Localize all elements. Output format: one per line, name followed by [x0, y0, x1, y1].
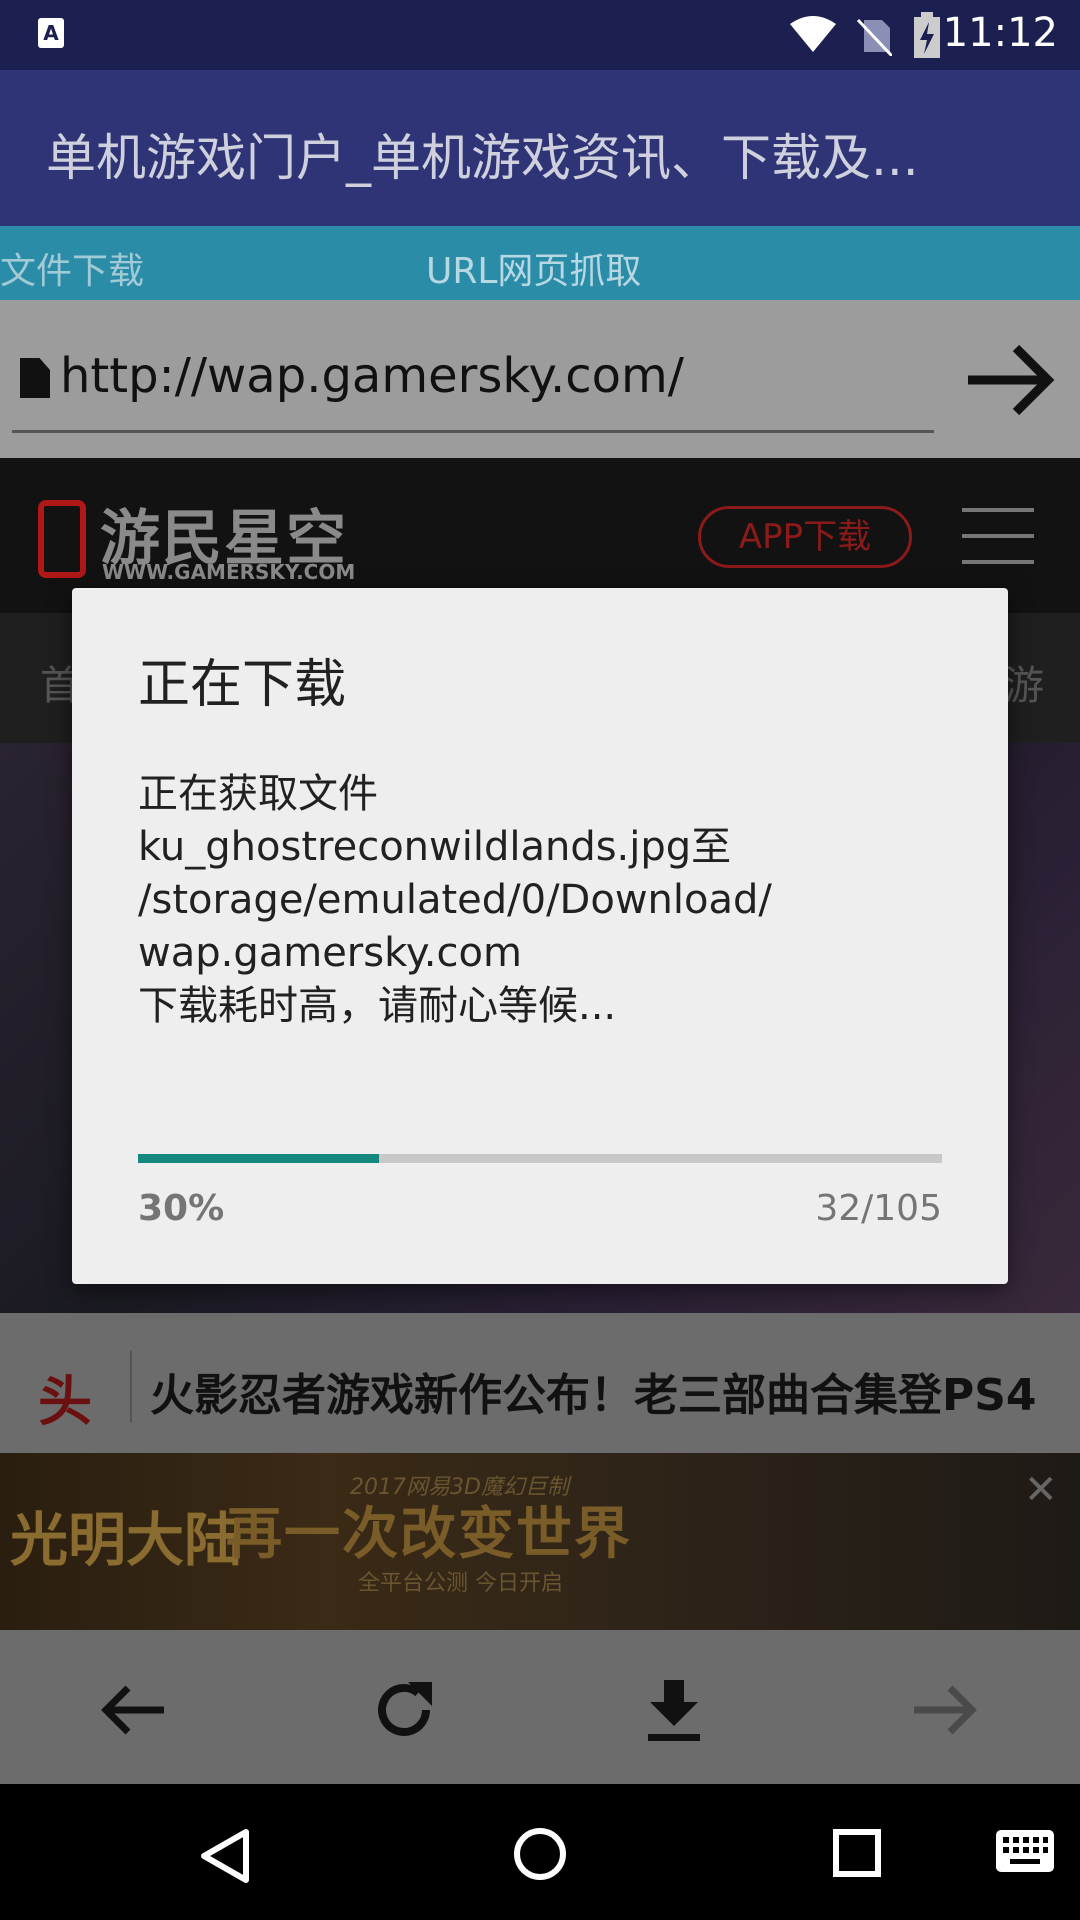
download-dialog: 正在下载 正在获取文件 ku_ghostreconwildlands.jpg至 …	[72, 588, 1008, 1284]
file-icon	[20, 358, 50, 398]
ad-banner[interactable]: 光明大陆 2017网易3D魔幻巨制 再一次改变世界 全平台公测 今日开启 ✕	[0, 1453, 1080, 1630]
app-download-button[interactable]: APP下载	[698, 506, 912, 568]
close-icon[interactable]: ✕	[1024, 1467, 1058, 1513]
refresh-icon[interactable]	[368, 1674, 440, 1746]
menu-icon[interactable]	[962, 508, 1034, 566]
download-icon[interactable]	[638, 1674, 710, 1746]
browser-toolbar	[0, 1630, 1080, 1784]
site-nav-item-last[interactable]: 游	[1004, 653, 1044, 711]
back-arrow-icon[interactable]	[98, 1674, 170, 1746]
page-title: 单机游戏门户_单机游戏资讯、下载及...	[46, 129, 919, 187]
ad-slogan: 再一次改变世界	[226, 1501, 632, 1567]
notification-app-icon: A	[38, 18, 64, 48]
clock: 11:12	[942, 10, 1058, 56]
dialog-message: 正在获取文件 ku_ghostreconwildlands.jpg至 /stor…	[138, 771, 772, 1029]
keyboard-icon[interactable]	[996, 1830, 1054, 1872]
wifi-icon	[790, 16, 836, 52]
tab-bar: 文件下载 URL网页抓取	[0, 226, 1080, 300]
tab-file-download[interactable]: 文件下载	[0, 242, 144, 294]
url-underline	[12, 430, 934, 433]
no-sim-icon	[856, 18, 892, 56]
url-bar: http://wap.gamersky.com/	[0, 300, 1080, 458]
logo-phone-icon	[38, 500, 86, 578]
url-input[interactable]: http://wap.gamersky.com/	[60, 348, 684, 404]
progress-percent: 30%	[138, 1188, 225, 1229]
dialog-title: 正在下载	[138, 655, 347, 715]
forward-arrow-icon[interactable]	[908, 1674, 980, 1746]
site-logo-sub: WWW.GAMERSKY.COM	[102, 560, 356, 584]
ad-subtitle: 全平台公测 今日开启	[358, 1571, 563, 1596]
back-triangle-icon[interactable]	[196, 1826, 252, 1886]
status-bar: A 11:12	[0, 0, 1080, 70]
progress-fill	[138, 1154, 380, 1163]
battery-charging-icon	[914, 12, 940, 58]
divider	[130, 1351, 132, 1423]
app-bar: 单机游戏门户_单机游戏资讯、下载及...	[0, 70, 1080, 226]
system-nav-bar	[0, 1784, 1080, 1920]
ad-game-logo: 光明大陆	[10, 1506, 243, 1574]
progress-bar	[138, 1154, 942, 1163]
tab-url-capture[interactable]: URL网页抓取	[426, 242, 641, 294]
headline-text[interactable]: 火影忍者游戏新作公布！老三部曲合集登PS4	[150, 1359, 1037, 1423]
home-circle-icon[interactable]	[512, 1826, 568, 1882]
recents-square-icon[interactable]	[832, 1828, 882, 1878]
headline-row[interactable]: 头 火影忍者游戏新作公布！老三部曲合集登PS4	[0, 1313, 1080, 1453]
headline-badge: 头	[38, 1370, 92, 1433]
progress-count: 32/105	[815, 1188, 942, 1229]
go-arrow-icon[interactable]	[960, 330, 1060, 430]
